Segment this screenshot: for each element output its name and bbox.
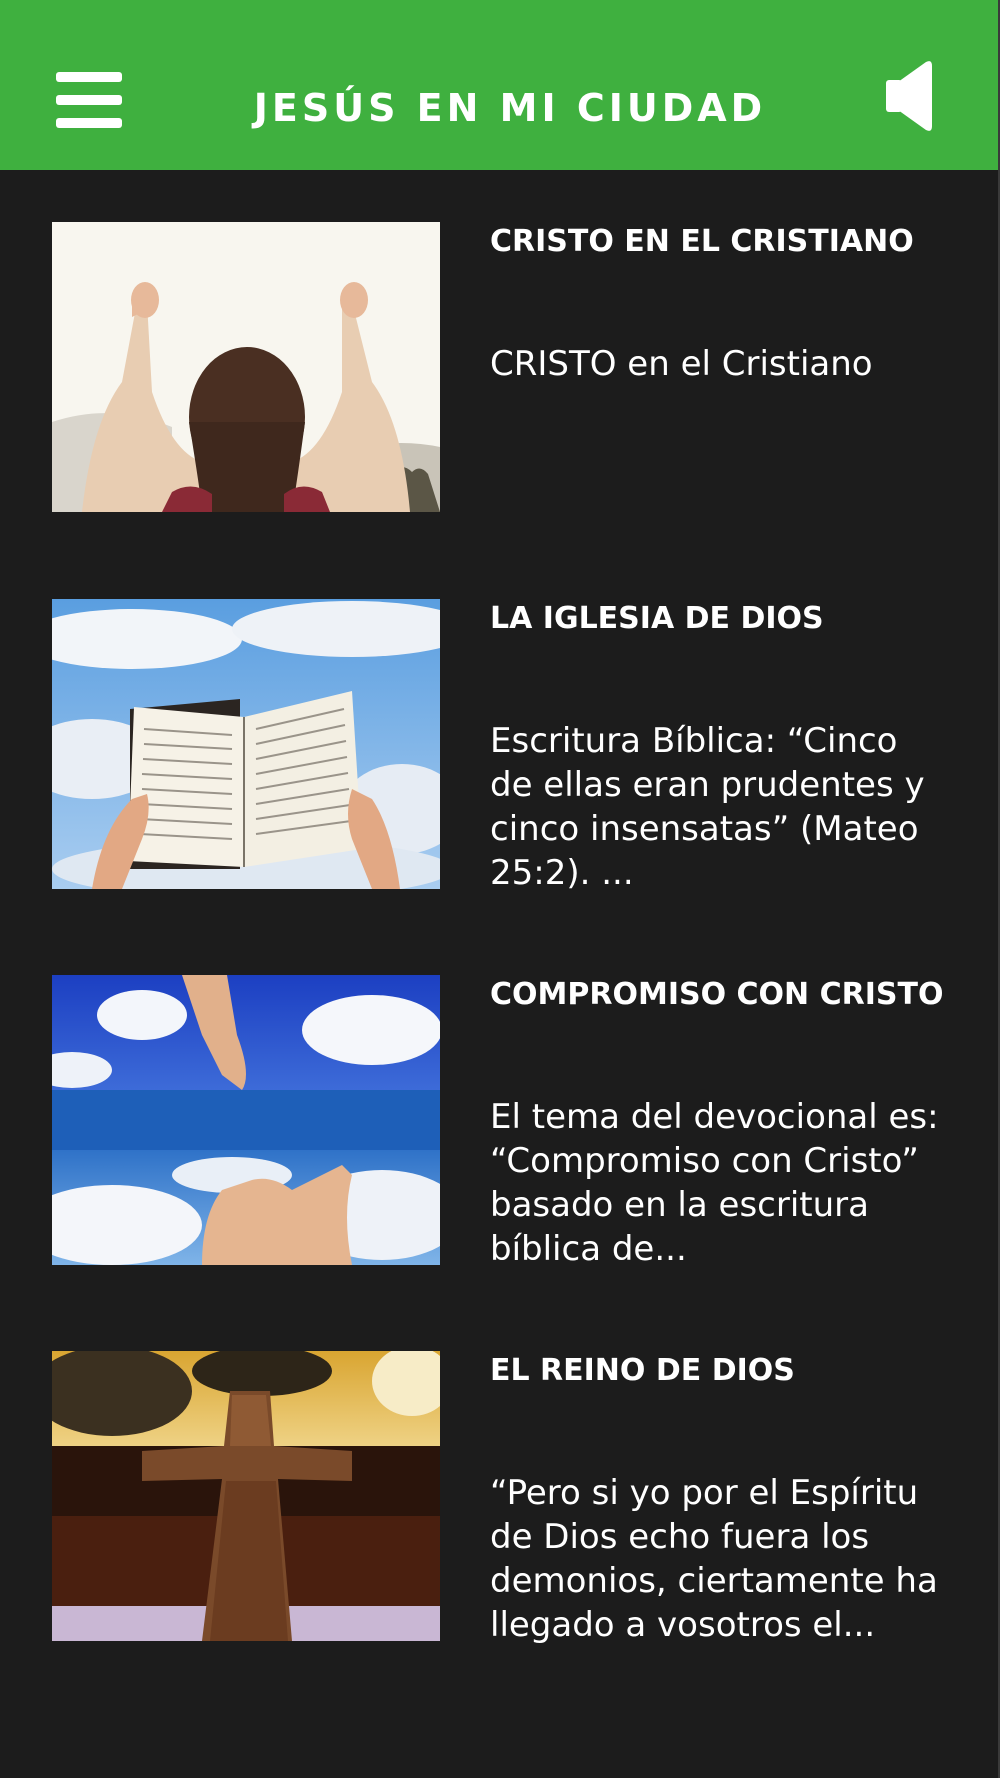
hamburger-menu-icon[interactable] bbox=[56, 72, 122, 128]
list-item[interactable]: LA IGLESIA DE DIOS Escritura Bíblica: “C… bbox=[0, 599, 1000, 899]
list-item[interactable]: COMPROMISO CON CRISTO El tema del devoci… bbox=[0, 975, 1000, 1275]
item-description: “Pero si yo por el Espíritu de Dios echo… bbox=[490, 1473, 938, 1645]
speaker-icon[interactable] bbox=[886, 60, 934, 132]
raised-hands-image bbox=[52, 222, 440, 512]
item-title: EL REINO DE DIOS bbox=[490, 1353, 795, 1388]
item-description: Escritura Bíblica: “Cinco de ellas eran … bbox=[490, 721, 925, 893]
item-description: El tema del devocional es: “Compromiso c… bbox=[490, 1097, 939, 1269]
item-title: CRISTO EN EL CRISTIANO bbox=[490, 224, 914, 259]
item-title: COMPROMISO CON CRISTO bbox=[490, 977, 944, 1012]
app-header: JESÚS EN MI CIUDAD bbox=[0, 0, 1000, 170]
app-title: JESÚS EN MI CIUDAD bbox=[253, 86, 767, 130]
menu-bar bbox=[56, 95, 122, 105]
item-description: CRISTO en el Cristiano bbox=[490, 344, 873, 384]
list-item[interactable]: EL REINO DE DIOS “Pero si yo por el Espí… bbox=[0, 1351, 1000, 1651]
menu-bar bbox=[56, 72, 122, 82]
menu-bar bbox=[56, 118, 122, 128]
app-screen: JESÚS EN MI CIUDAD CRISTO EN EL CRISTIAN… bbox=[0, 0, 1000, 1778]
reaching-hands-sky-image bbox=[52, 975, 440, 1265]
open-bible-sky-image bbox=[52, 599, 440, 889]
item-title: LA IGLESIA DE DIOS bbox=[490, 601, 824, 636]
wooden-cross-image bbox=[52, 1351, 440, 1641]
list-item[interactable]: CRISTO EN EL CRISTIANO CRISTO en el Cris… bbox=[0, 222, 1000, 522]
